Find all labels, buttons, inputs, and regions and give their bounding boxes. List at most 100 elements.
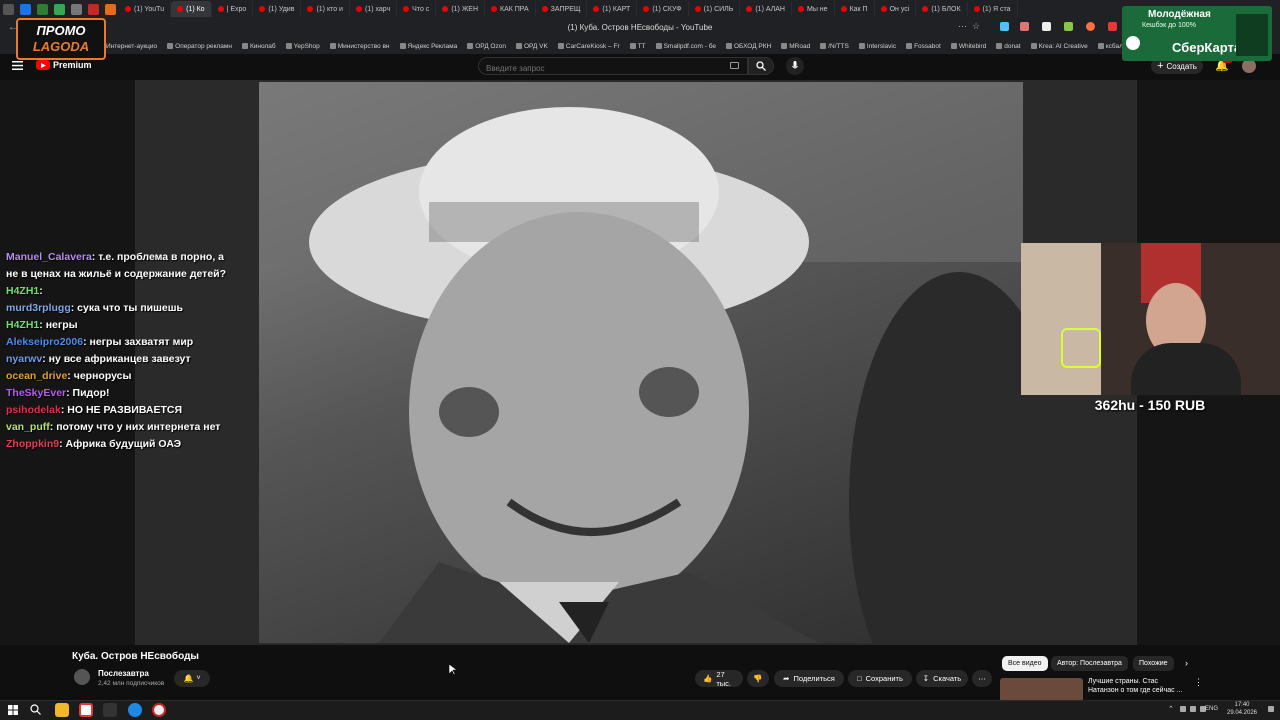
- bookmark-item[interactable]: Krea: AI Creative: [1030, 43, 1088, 50]
- browser-tab[interactable]: (1) Ко: [171, 1, 212, 17]
- doc-icon[interactable]: [71, 3, 82, 15]
- bookmark-item[interactable]: Smallpdf.com - бе: [655, 43, 716, 50]
- tab-favicon-icon: [491, 6, 497, 12]
- bookmark-star-icon[interactable]: ☆: [972, 21, 980, 32]
- dislike-button[interactable]: 👎: [747, 670, 769, 687]
- bookmark-item[interactable]: Министерство вн: [329, 43, 390, 50]
- bookmark-item[interactable]: Fossabot: [906, 43, 941, 50]
- ext-white-icon[interactable]: [1042, 22, 1051, 31]
- chip-all-videos[interactable]: Все видео: [1002, 656, 1048, 671]
- bookmark-item[interactable]: Interslavic: [858, 43, 896, 50]
- bookmark-item[interactable]: Интернет-аукцио: [98, 43, 157, 50]
- browser-menu-icon[interactable]: [3, 3, 14, 15]
- sheets2-icon[interactable]: [54, 3, 65, 15]
- bookmark-item[interactable]: CarCareKiosk – Fr: [557, 43, 620, 50]
- account-avatar[interactable]: [1242, 59, 1256, 73]
- bookmark-item[interactable]: ОРД Ozon: [467, 43, 506, 50]
- chip-similar[interactable]: Похожие: [1133, 656, 1174, 671]
- tray-chevron-icon[interactable]: ⌃: [1168, 705, 1174, 713]
- bookmark-item[interactable]: YepShop: [285, 43, 320, 50]
- taskbar-search-icon[interactable]: [30, 704, 41, 715]
- browser-tab[interactable]: (1) КАРТ: [587, 1, 638, 17]
- bookmark-item[interactable]: Whitebird: [950, 43, 986, 50]
- chat-text: Пидор!: [72, 387, 110, 399]
- tab-favicon-icon: [973, 6, 980, 12]
- channel-avatar[interactable]: [74, 669, 90, 685]
- voice-search-button[interactable]: [786, 57, 804, 75]
- browser-tab[interactable]: (1) АЛАН: [740, 1, 792, 17]
- browser-tab[interactable]: (1) ЖЕН: [436, 1, 485, 17]
- browser-tab[interactable]: (1) кто и: [301, 1, 350, 17]
- like-button[interactable]: 👍 27 тыс.: [695, 670, 743, 688]
- bookmark-item[interactable]: ОБХОД РКН: [726, 43, 771, 50]
- ext-orange-icon[interactable]: [1086, 22, 1095, 31]
- browser-tab[interactable]: Что с: [397, 1, 437, 17]
- bookmark-item[interactable]: Кинолаб: [241, 43, 276, 50]
- chevron-right-icon[interactable]: ›: [1185, 658, 1188, 668]
- bookmark-favicon-icon: [467, 43, 474, 49]
- ext-youtube-icon[interactable]: [1108, 22, 1117, 31]
- telegram-icon[interactable]: [128, 703, 142, 717]
- browser-tab[interactable]: (1) СКУФ: [637, 1, 689, 17]
- obs-icon[interactable]: [152, 703, 166, 717]
- chip-by-author[interactable]: Автор: Послезавтра: [1051, 656, 1128, 671]
- bookmark-item[interactable]: MRoad: [781, 43, 810, 50]
- browser-tab[interactable]: (1) Удив: [253, 1, 302, 17]
- recommended-video-thumbnail[interactable]: [1000, 678, 1083, 702]
- browser-tab[interactable]: (1) Я ста: [968, 1, 1018, 17]
- bookmark-label: ОБХОД РКН: [734, 42, 772, 50]
- video-player[interactable]: [259, 82, 1023, 643]
- subscription-bell-button[interactable]: 🔔 ˅: [174, 670, 210, 687]
- browser-tab[interactable]: (1) БЛОК: [916, 1, 968, 17]
- bookmark-item[interactable]: Оператор рекламн: [167, 43, 232, 50]
- bookmark-item[interactable]: TT: [629, 43, 646, 50]
- bookmark-item[interactable]: ОРД VK: [515, 43, 548, 50]
- tab-label: (1) КАРТ: [602, 5, 631, 13]
- browser-tab[interactable]: Как П: [835, 1, 875, 17]
- webcam-wall: [1021, 243, 1101, 395]
- download-button[interactable]: ↧ Скачать: [916, 670, 968, 687]
- sheets-icon[interactable]: [37, 3, 48, 15]
- youtube-logo[interactable]: Premium: [36, 60, 92, 70]
- keyboard-icon[interactable]: [730, 62, 739, 69]
- ext-icon[interactable]: [105, 3, 116, 15]
- trello-icon[interactable]: [20, 3, 31, 15]
- bookmark-item[interactable]: /N/TTS: [820, 43, 849, 50]
- yandex-browser-icon[interactable]: [79, 703, 93, 717]
- more-actions-button[interactable]: ⋯: [972, 670, 992, 687]
- tab-label: (1) АЛАН: [755, 5, 785, 13]
- ext-blue-icon[interactable]: [1000, 22, 1009, 31]
- record-icon[interactable]: [88, 3, 99, 15]
- browser-tab[interactable]: Мы не: [792, 1, 835, 17]
- notifications-icon[interactable]: [1268, 706, 1274, 712]
- save-button[interactable]: □ Сохранить: [848, 670, 912, 687]
- app-icon-1[interactable]: [103, 703, 117, 717]
- share-button[interactable]: ➦ Поделиться: [774, 670, 844, 687]
- channel-name[interactable]: Послезавтра: [98, 669, 149, 678]
- ext-green-icon[interactable]: [1064, 22, 1073, 31]
- browser-tab[interactable]: ЗАПРЕЩ: [536, 1, 588, 17]
- more-dots-icon[interactable]: ⋯: [958, 21, 967, 32]
- browser-tab[interactable]: КАК ПРА: [485, 1, 536, 17]
- search-button[interactable]: [748, 57, 774, 75]
- ext-pin-icon[interactable]: [1020, 22, 1029, 31]
- bookmark-item[interactable]: Яндекс Реклама: [399, 43, 457, 50]
- recommended-more-icon[interactable]: ⋮: [1194, 677, 1203, 688]
- sber-ad-line3: СберКарта: [1172, 40, 1242, 55]
- file-explorer-icon[interactable]: [55, 703, 69, 717]
- hamburger-menu-icon[interactable]: [12, 61, 23, 70]
- bookmark-favicon-icon: [285, 43, 292, 49]
- browser-tab[interactable]: Он усі: [875, 1, 917, 17]
- windows-start-icon[interactable]: [8, 705, 18, 715]
- browser-tab[interactable]: | Expo: [212, 1, 254, 17]
- taskbar-clock[interactable]: 17:40 29.04.2026: [1222, 701, 1262, 717]
- browser-tab[interactable]: (1) СИЛЬ: [689, 1, 741, 17]
- keyboard-language[interactable]: ENG: [1205, 706, 1218, 712]
- youtube-logo-text: Premium: [53, 60, 92, 70]
- search-input[interactable]: [479, 60, 709, 77]
- browser-tab[interactable]: (1) YouTu: [119, 1, 172, 17]
- chat-text: сука что ты пишешь: [77, 302, 183, 314]
- browser-tab[interactable]: (1) харч: [350, 1, 398, 17]
- bookmark-item[interactable]: donat: [996, 43, 1021, 50]
- recommended-video-title[interactable]: Лучшие страны. Стас Натанзон о том где с…: [1088, 677, 1188, 695]
